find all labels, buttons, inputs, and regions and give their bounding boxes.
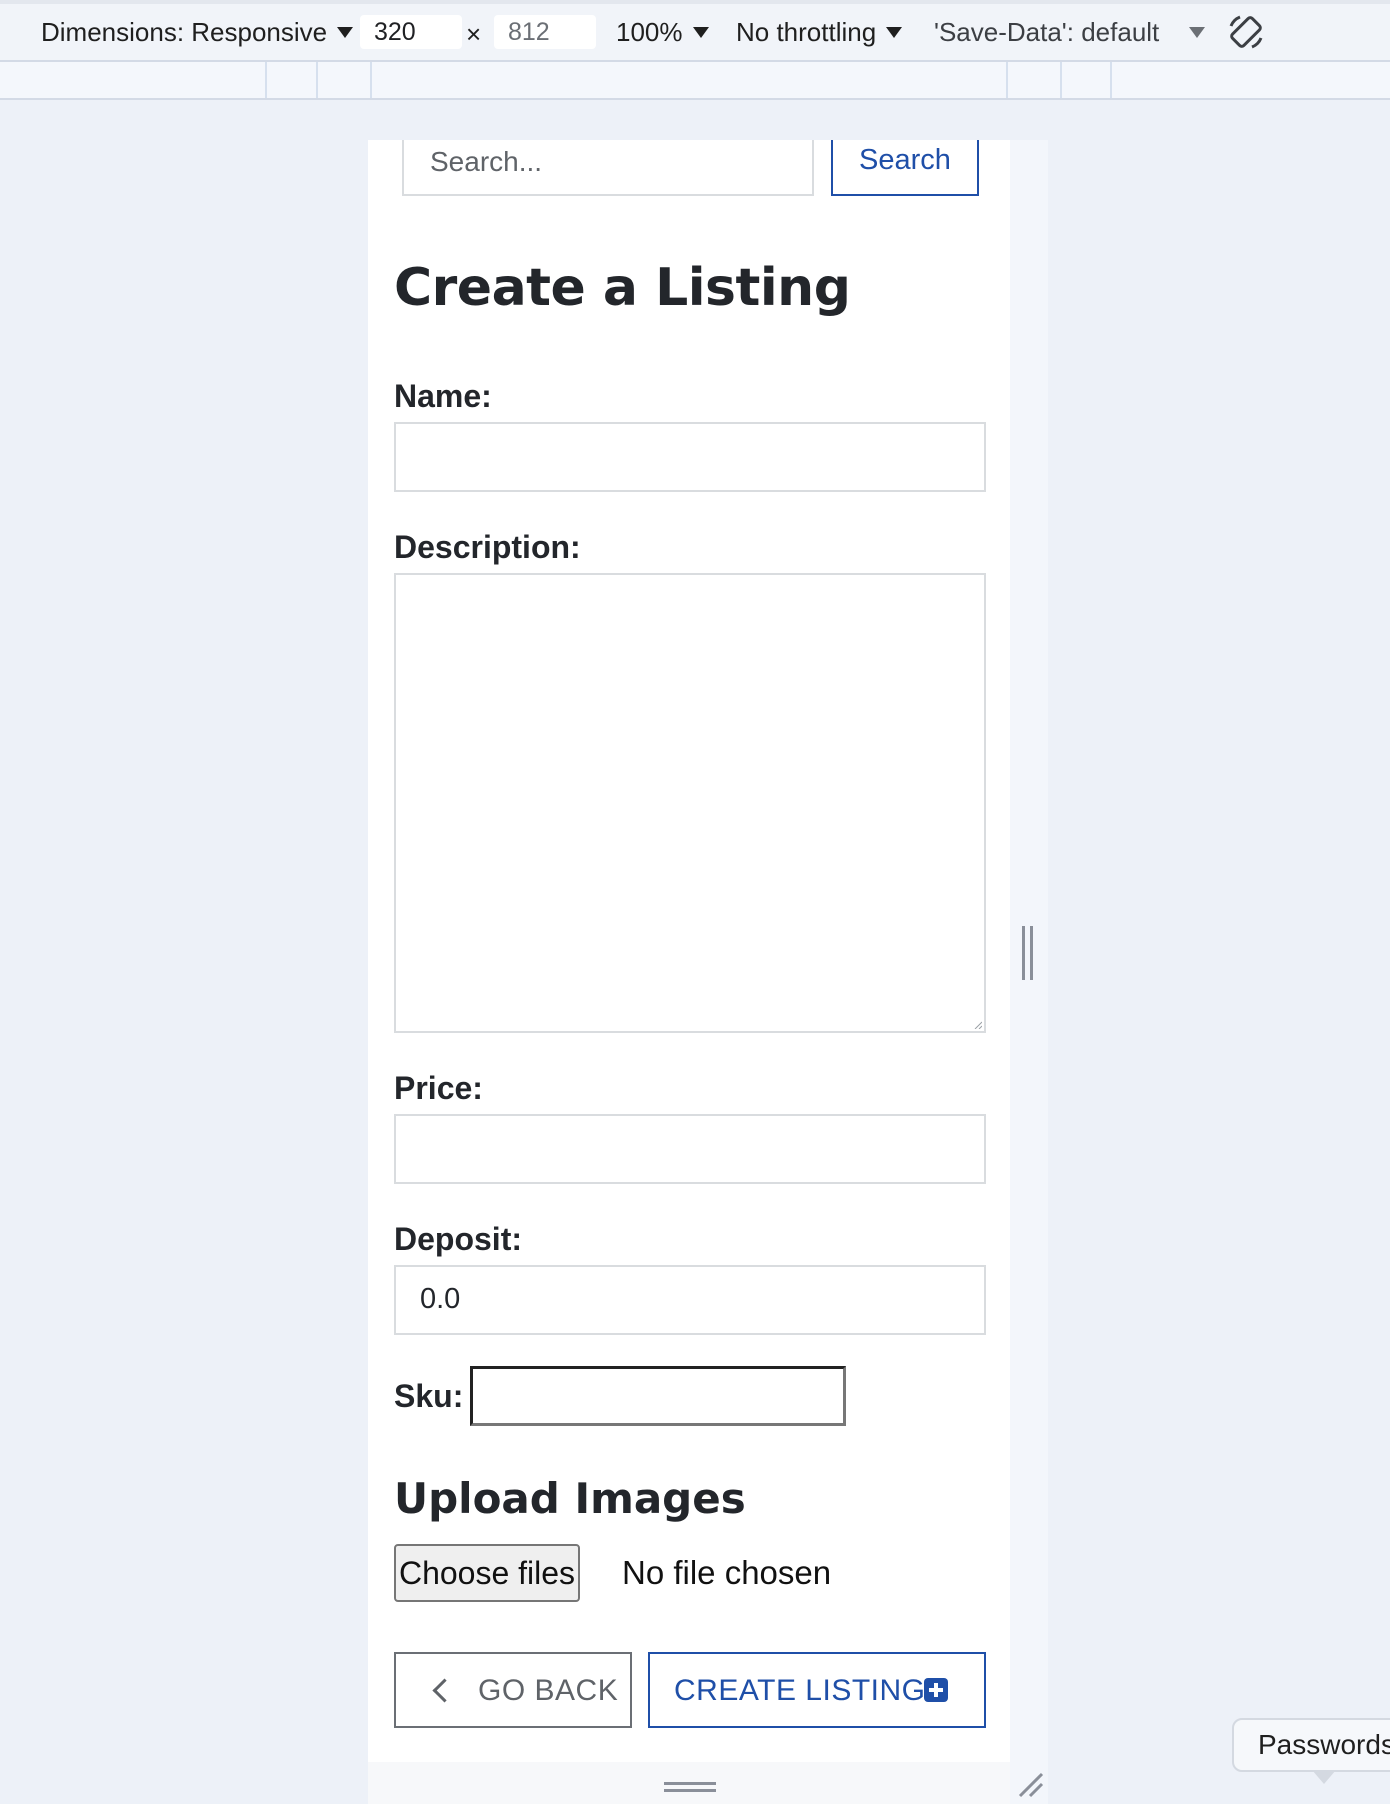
page-title: Create a Listing xyxy=(394,258,851,318)
description-field[interactable] xyxy=(394,573,986,1033)
media-query-marker[interactable] xyxy=(370,62,372,98)
textarea-resize-grip-icon[interactable] xyxy=(974,1021,982,1029)
media-query-marker[interactable] xyxy=(1110,62,1112,98)
height-input[interactable]: 812 xyxy=(494,15,596,49)
zoom-label: 100% xyxy=(616,17,683,47)
upload-images-heading: Upload Images xyxy=(394,1474,746,1523)
create-listing-label: CREATE LISTING xyxy=(674,1674,926,1707)
throttling-dropdown[interactable]: No throttling xyxy=(736,14,903,50)
choose-files-button[interactable]: Choose files xyxy=(394,1544,580,1602)
media-query-marker[interactable] xyxy=(265,62,267,98)
device-viewport: Search... Search Create a Listing Name: … xyxy=(368,140,1010,1804)
price-label: Price: xyxy=(394,1070,483,1106)
go-back-label: GO BACK xyxy=(478,1674,619,1707)
media-query-marker[interactable] xyxy=(1060,62,1062,98)
deposit-label: Deposit: xyxy=(394,1221,522,1257)
passwords-tooltip-text: Passwords xyxy=(1258,1729,1390,1760)
save-data-chevron-down-icon xyxy=(1189,26,1206,38)
deposit-value: 0.0 xyxy=(420,1283,461,1315)
viewport-resize-handle[interactable] xyxy=(1022,926,1036,980)
media-query-bar[interactable] xyxy=(0,62,1390,100)
media-query-marker[interactable] xyxy=(316,62,318,98)
height-value: 812 xyxy=(508,18,550,46)
media-query-marker[interactable] xyxy=(1006,62,1008,98)
width-input[interactable]: 320 xyxy=(360,15,462,49)
width-value: 320 xyxy=(374,18,416,46)
passwords-tooltip: Passwords xyxy=(1232,1718,1390,1772)
file-status-text: No file chosen xyxy=(622,1554,832,1591)
zoom-chevron-down-icon xyxy=(692,26,709,38)
viewport-bottom-bar[interactable] xyxy=(368,1762,1010,1804)
save-data-label: 'Save-Data': default xyxy=(934,17,1160,47)
tooltip-arrow xyxy=(1312,1770,1336,1784)
create-listing-button[interactable]: CREATE LISTING xyxy=(648,1652,986,1728)
chevron-left-icon xyxy=(432,1678,457,1703)
rotate-icon[interactable] xyxy=(1226,12,1266,52)
search-input[interactable]: Search... xyxy=(402,140,814,196)
name-label: Name: xyxy=(394,378,492,414)
throttling-chevron-down-icon xyxy=(886,26,903,38)
devtools-device-toolbar: Dimensions: Responsive 320 × 812 100% No… xyxy=(0,0,1390,62)
drag-handle-icon[interactable] xyxy=(664,1782,716,1792)
go-back-button[interactable]: GO BACK xyxy=(394,1652,632,1728)
name-field[interactable] xyxy=(394,422,986,492)
description-label: Description: xyxy=(394,529,581,565)
deposit-field[interactable]: 0.0 xyxy=(394,1265,986,1335)
dimensions-chevron-down-icon xyxy=(337,26,354,38)
toolbar-top-border xyxy=(0,0,1390,4)
plus-square-icon xyxy=(924,1678,948,1702)
dimensions-label: Dimensions: Responsive xyxy=(41,17,328,47)
save-data-dropdown[interactable]: 'Save-Data': default xyxy=(934,14,1206,50)
zoom-dropdown[interactable]: 100% xyxy=(616,14,709,50)
dimensions-dropdown[interactable]: Dimensions: Responsive xyxy=(41,14,354,50)
sku-field[interactable] xyxy=(470,1366,846,1426)
search-button-label: Search xyxy=(859,144,951,176)
choose-files-label: Choose files xyxy=(398,1555,576,1591)
price-field[interactable] xyxy=(394,1114,986,1184)
times-sign: × xyxy=(466,19,482,49)
sku-label: Sku: xyxy=(394,1378,464,1414)
search-button[interactable]: Search xyxy=(831,140,979,196)
search-placeholder: Search... xyxy=(430,146,543,177)
throttling-label: No throttling xyxy=(736,17,877,47)
corner-resize-icon[interactable] xyxy=(1016,1770,1044,1798)
